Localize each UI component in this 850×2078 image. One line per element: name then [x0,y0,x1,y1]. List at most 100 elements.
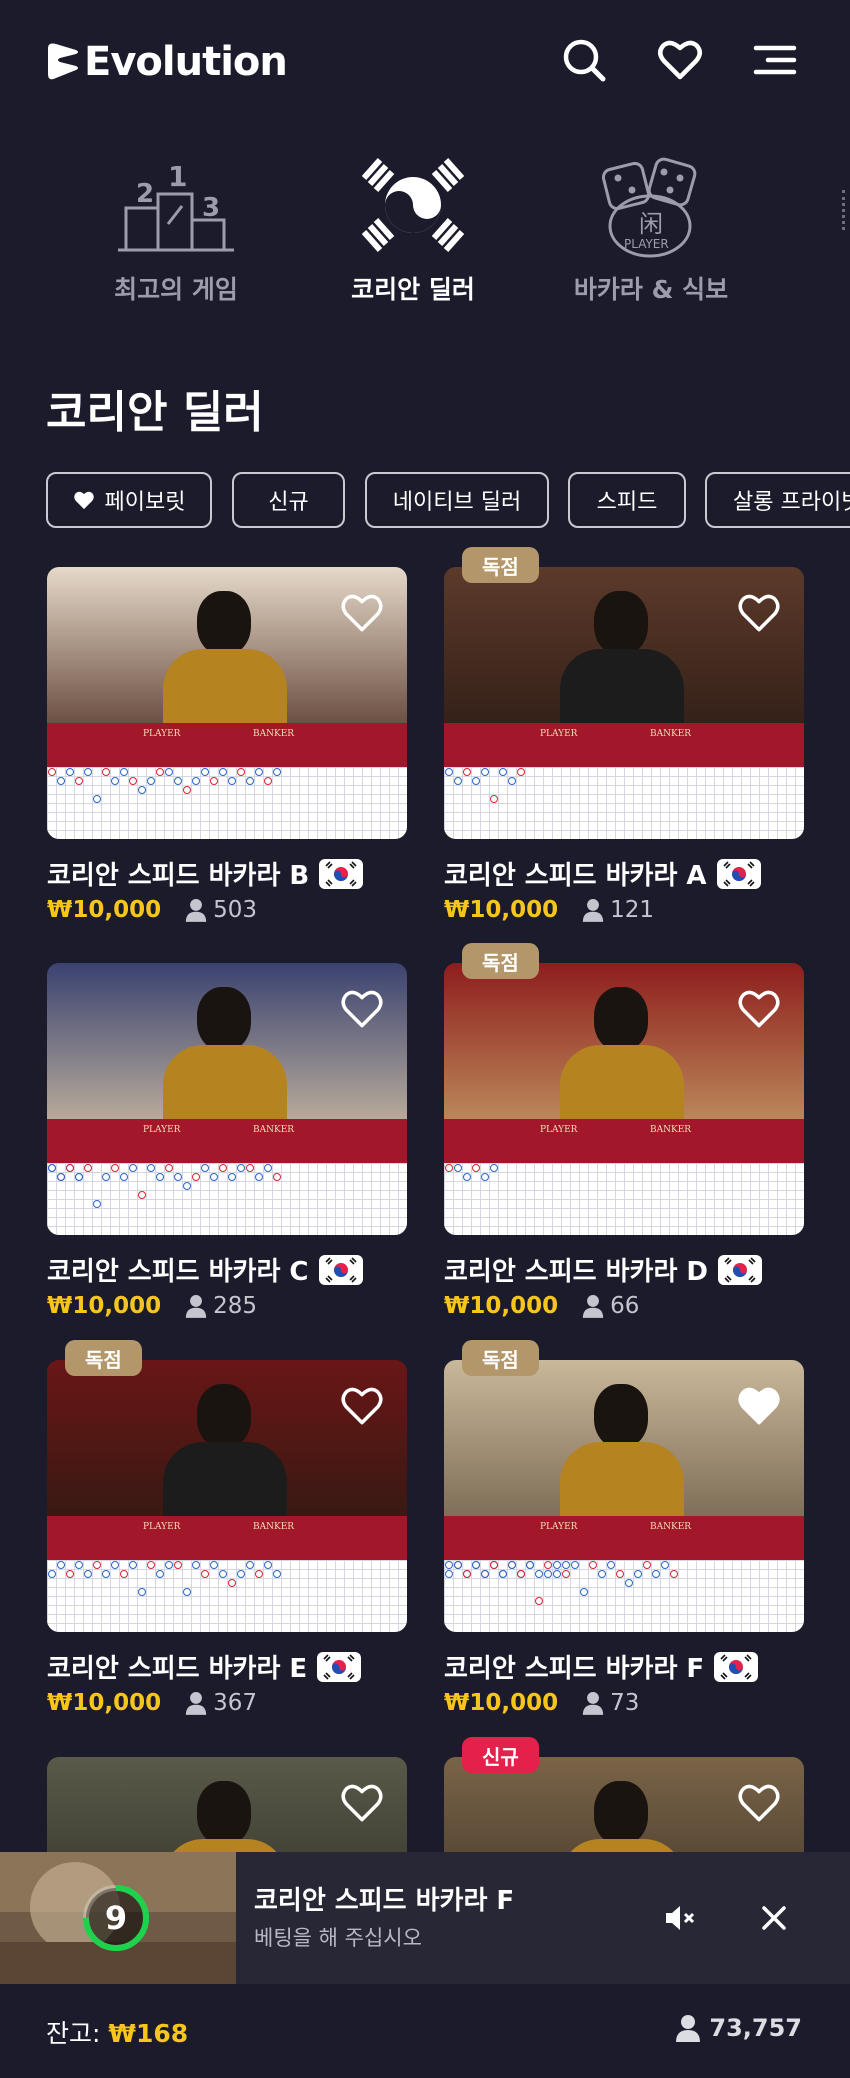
road-marker [84,768,92,776]
player-count: 503 [185,897,257,923]
user-icon [582,899,604,922]
game-thumbnail[interactable]: PLAYER BANKER [47,1360,407,1632]
road-marker [129,1164,137,1172]
table-player-label: PLAYER [143,1125,181,1135]
game-thumbnail[interactable]: PLAYER BANKER [444,1360,804,1632]
korea-flag-icon [317,1651,362,1682]
category-row: 1 2 3 최고의 게임 코리안 딜러 闲 PLAYER 바카라 & 식보 [0,150,850,310]
road-marker [607,1561,615,1569]
road-marker [273,768,281,776]
page-title: 코리안 딜러 [46,387,264,438]
filter-label: 스피드 [596,490,658,515]
filter-chips: 페이보릿 신규 네이티브 딜러 스피드 살롱 프라이빗 [46,472,850,530]
road-marker [48,1164,56,1172]
filter-label: 페이보릿 [104,490,186,515]
road-marker [84,1164,92,1172]
game-title-text: 코리안 스피드 바카라 C [47,1257,309,1287]
game-badge: 신규 [462,1737,539,1773]
filter-salon-prive[interactable]: 살롱 프라이빗 [705,472,850,528]
game-thumbnail[interactable]: PLAYER BANKER [47,567,407,839]
balance: 잔고: ₩168 [46,2014,188,2050]
filter-native-dealer[interactable]: 네이티브 딜러 [365,472,549,528]
evolution-logo-icon [48,43,78,80]
game-title[interactable]: 코리안 스피드 바카라 F [444,1648,759,1685]
favorite-heart-icon[interactable] [738,593,780,633]
favorite-heart-icon[interactable] [341,1783,383,1823]
game-card[interactable]: PLAYER BANKER 독점 코리안 스피드 바카라 A ₩10,000 121 [444,547,804,927]
road-marker [219,1570,227,1578]
balance-label: 잔고: [46,2019,101,2048]
filter-new[interactable]: 신규 [232,472,345,528]
road-marker [138,1191,146,1199]
mini-player[interactable]: 9 코리안 스피드 바카라 F 베팅을 해 주십시오 [0,1852,850,1984]
status-bar: 잔고: ₩168 73,757 [0,1984,850,2078]
close-icon[interactable] [750,1894,798,1942]
game-meta: ₩10,000 285 [47,1293,257,1319]
category-korean-dealer[interactable]: 코리안 딜러 [313,150,513,306]
road-marker [156,768,164,776]
favorites-heart-icon[interactable] [656,36,704,84]
road-marker [544,1561,552,1569]
road-marker [183,1182,191,1190]
filter-speed[interactable]: 스피드 [568,472,686,528]
dice-icon: 闲 PLAYER [551,150,751,260]
road-marker [553,1570,561,1578]
road-marker [481,1173,489,1181]
game-thumbnail[interactable]: PLAYER BANKER [444,963,804,1235]
road-marker [165,1164,173,1172]
favorite-heart-icon[interactable] [341,989,383,1029]
road-marker [111,1561,119,1569]
table-banker-label: BANKER [650,1522,692,1532]
game-title[interactable]: 코리안 스피드 바카라 D [444,1251,763,1288]
player-count: 73 [582,1690,639,1716]
game-title[interactable]: 코리안 스피드 바카라 B [47,855,364,892]
game-card[interactable]: PLAYER BANKER 독점 코리안 스피드 바카라 D ₩10,000 66 [444,943,804,1323]
road-marker [246,1164,254,1172]
table-banker-label: BANKER [650,729,692,739]
user-icon [676,2015,701,2042]
favorite-heart-icon[interactable] [341,593,383,633]
game-card[interactable]: PLAYER BANKER 코리안 스피드 바카라 C ₩10,000 285 [47,963,407,1323]
game-meta: ₩10,000 73 [444,1690,639,1716]
road-marker [553,1561,561,1569]
favorite-heart-icon[interactable] [738,1783,780,1823]
game-card[interactable]: PLAYER BANKER 코리안 스피드 바카라 B ₩10,000 503 [47,567,407,927]
category-top-games[interactable]: 1 2 3 최고의 게임 [76,150,276,306]
menu-icon[interactable] [752,36,800,84]
road-marker [75,777,83,785]
game-title-text: 코리안 스피드 바카라 F [444,1654,705,1684]
game-card[interactable]: PLAYER BANKER 독점 코리안 스피드 바카라 F ₩10,000 73 [444,1340,804,1720]
road-marker [210,777,218,785]
filter-favorites[interactable]: 페이보릿 [46,472,212,528]
game-title[interactable]: 코리안 스피드 바카라 A [444,855,761,892]
game-thumbnail[interactable]: PLAYER BANKER [47,963,407,1235]
mini-player-title: 코리안 스피드 바카라 F [254,1886,515,1916]
category-baccarat-sicbo[interactable]: 闲 PLAYER 바카라 & 식보 [551,150,751,306]
table-player-label: PLAYER [143,1522,181,1532]
road-marker [210,1173,218,1181]
user-icon [185,1692,207,1715]
road-marker [634,1570,642,1578]
road-marker [499,768,507,776]
mute-icon[interactable] [656,1894,704,1942]
road-marker [463,1173,471,1181]
favorite-heart-icon[interactable] [341,1386,383,1426]
favorite-heart-icon[interactable] [738,1386,780,1426]
game-card[interactable]: PLAYER BANKER 독점 코리안 스피드 바카라 E ₩10,000 367 [47,1340,407,1720]
game-title[interactable]: 코리안 스피드 바카라 C [47,1251,363,1288]
min-bet: ₩10,000 [444,1293,559,1319]
road-marker [147,1164,155,1172]
road-marker [228,1579,236,1587]
road-marker [75,1173,83,1181]
game-thumbnail[interactable]: PLAYER BANKER [444,567,804,839]
road-marker [463,1570,471,1578]
evolution-logo[interactable]: Evolution [46,36,288,88]
road-marker [111,777,119,785]
min-bet: ₩10,000 [444,1690,559,1716]
mini-player-status: 베팅을 해 주십시오 [254,1926,422,1950]
game-title[interactable]: 코리안 스피드 바카라 E [47,1648,362,1685]
online-players: 73,757 [675,2014,802,2042]
search-icon[interactable] [560,36,608,84]
game-title-text: 코리안 스피드 바카라 B [47,861,310,891]
favorite-heart-icon[interactable] [738,989,780,1029]
